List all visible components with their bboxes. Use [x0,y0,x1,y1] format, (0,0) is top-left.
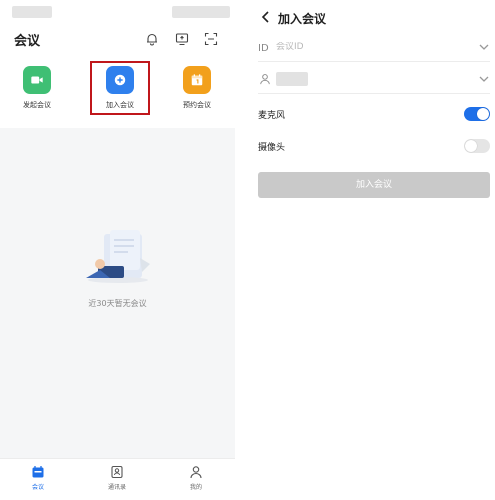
join-meeting-submit-button[interactable]: 加入会议 [258,172,490,198]
display-name-blurred [276,71,308,86]
start-meeting-label: 发起会议 [23,101,51,109]
meeting-id-input[interactable] [276,41,478,52]
svg-text:ID: ID [258,43,269,54]
tab-contacts[interactable]: 通讯录 [87,465,147,491]
status-bar-blur-left [12,6,52,18]
empty-state-illustration [86,230,150,283]
tab-me-label: 我的 [189,484,202,491]
microphone-label: 麦克风 [258,110,286,121]
start-meeting-button[interactable]: 发起会议 [5,62,69,110]
display-name-row[interactable] [258,64,490,94]
microphone-toggle[interactable] [464,107,490,121]
meeting-id-row: ID [258,32,490,62]
meetings-screen: 会议 发起会议 加入会议 预约会议 近30天暂无会议 会议 通讯录 我的 [0,0,235,500]
empty-state-text: 近30天暂无会议 [88,299,147,308]
screen-share-icon[interactable] [175,32,189,46]
contacts-icon [111,465,123,479]
join-meeting-screen: 加入会议 ID 麦克风 摄像头 加入会议 [248,0,495,500]
page-title: 加入会议 [278,12,327,26]
chevron-down-icon[interactable] [478,41,490,53]
person-icon [190,466,202,479]
join-meeting-button[interactable]: 加入会议 [88,62,152,110]
video-icon [23,66,51,94]
camera-row: 摄像头 [258,133,490,159]
camera-label: 摄像头 [258,142,286,153]
status-bar-blur-right [172,6,230,18]
bottom-tab-bar: 会议 通讯录 我的 [0,458,235,500]
tab-contacts-label: 通讯录 [107,484,126,491]
join-meeting-label: 加入会议 [106,101,134,109]
schedule-meeting-label: 预约会议 [183,101,211,109]
calendar-tab-icon [32,466,44,478]
meetings-header-area: 会议 发起会议 加入会议 预约会议 [0,0,235,128]
scan-icon[interactable] [204,32,218,46]
calendar-icon [183,66,211,94]
bell-icon[interactable] [145,32,159,46]
camera-toggle[interactable] [464,139,490,153]
id-icon: ID [258,40,272,54]
microphone-row: 麦克风 [258,101,490,127]
tab-me[interactable]: 我的 [166,465,226,491]
plus-circle-icon [106,66,134,94]
tab-meetings-label: 会议 [31,484,44,491]
person-icon [258,72,272,86]
chevron-down-icon[interactable] [478,73,490,85]
page-title: 会议 [14,34,41,49]
tab-meetings[interactable]: 会议 [8,465,68,491]
schedule-meeting-button[interactable]: 预约会议 [165,62,229,110]
back-icon[interactable] [260,10,272,24]
